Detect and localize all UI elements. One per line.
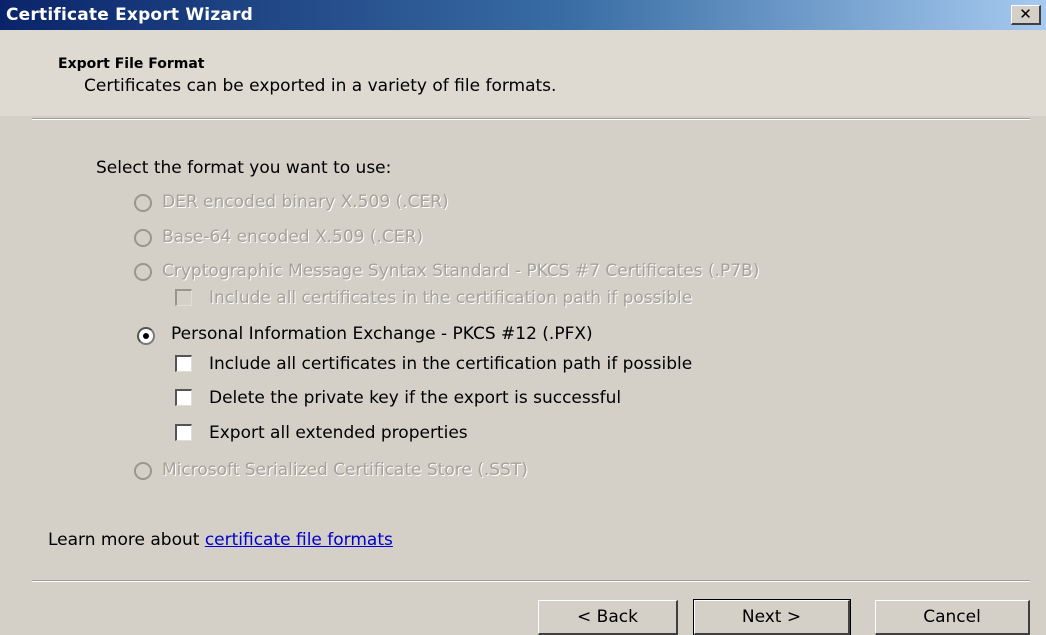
certificate-formats-link[interactable]: certificate file formats [205, 530, 393, 550]
checkbox-label: Include all certificates in the certific… [209, 288, 693, 308]
close-button[interactable]: ✕ [1011, 5, 1041, 25]
window-title: Certificate Export Wizard [6, 5, 254, 25]
back-button[interactable]: < Back [538, 600, 678, 635]
radio-button-icon [134, 194, 152, 212]
next-button[interactable]: Next > [693, 599, 851, 635]
radio-label: Personal Information Exchange - PKCS #12… [171, 324, 593, 344]
page-subtitle: Certificates can be exported in a variet… [84, 76, 557, 96]
radio-button-icon [134, 229, 152, 247]
cancel-button[interactable]: Cancel [875, 600, 1030, 635]
radio-label: Microsoft Serialized Certificate Store (… [162, 460, 528, 480]
checkbox-label: Include all certificates in the certific… [209, 354, 693, 374]
radio-label: Cryptographic Message Syntax Standard - … [162, 261, 760, 281]
page-title: Export File Format [58, 56, 205, 72]
title-bar: Certificate Export Wizard ✕ [0, 0, 1046, 30]
checkbox-icon [175, 355, 192, 372]
header-divider [32, 118, 1030, 120]
footer-divider [32, 580, 1030, 582]
learn-more-prefix: Learn more about [48, 530, 205, 550]
radio-label: DER encoded binary X.509 (.CER) [162, 192, 449, 212]
checkbox-icon [175, 389, 192, 406]
radio-selected-dot [143, 333, 149, 339]
checkbox-icon [175, 424, 192, 441]
checkbox-label: Export all extended properties [209, 423, 468, 443]
format-prompt: Select the format you want to use: [96, 158, 392, 178]
radio-button-icon [137, 327, 155, 345]
checkbox-icon [175, 289, 192, 306]
radio-label: Base-64 encoded X.509 (.CER) [162, 227, 423, 247]
wizard-header: Export File Format Certificates can be e… [0, 30, 1046, 116]
radio-button-icon [134, 263, 152, 281]
checkbox-label: Delete the private key if the export is … [209, 388, 622, 408]
close-icon: ✕ [1019, 5, 1032, 23]
learn-more-text: Learn more about certificate file format… [48, 530, 393, 550]
radio-button-icon [134, 462, 152, 480]
